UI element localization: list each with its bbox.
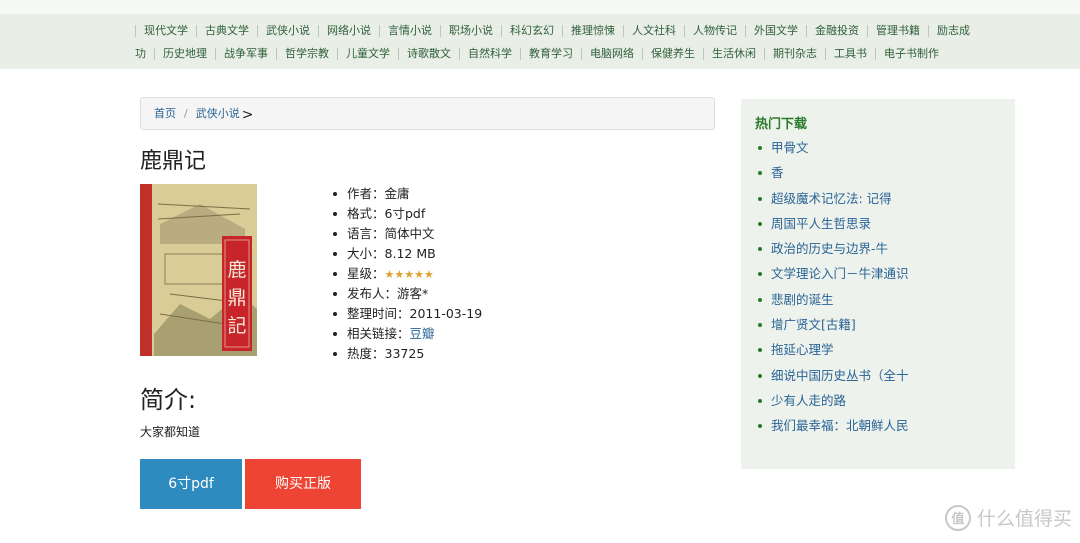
nav-item-wuxia[interactable]: 武侠小说 [257, 25, 318, 37]
hot-download-item[interactable]: 文学理论入门－牛津通识 [755, 264, 909, 289]
nav-item-self-help[interactable]: 励志成 [928, 25, 978, 37]
rating-stars: ★★★★★ [385, 268, 434, 281]
star-icon: ★ [394, 268, 405, 281]
nav-item-classical-literature[interactable]: 古典文学 [196, 25, 257, 37]
hot-download-item[interactable]: 香 [755, 163, 909, 188]
hot-download-item[interactable]: 政治的历史与边界-牛 [755, 239, 909, 264]
nav-item-workplace[interactable]: 职场小说 [440, 25, 501, 37]
nav-item-ebook-making[interactable]: 电子书制作 [875, 48, 947, 60]
info-popularity-value: 33725 [384, 346, 425, 361]
nav-item-thriller[interactable]: 推理惊悚 [562, 25, 623, 37]
info-size: 大小：8.12 MB [333, 245, 482, 265]
nav-item-romance[interactable]: 言情小说 [379, 25, 440, 37]
info-date-label: 整理时间： [347, 306, 410, 321]
info-format: 格式：6寸pdf [333, 205, 482, 225]
hot-download-item[interactable]: 细说中国历史丛书（全十 [755, 366, 909, 391]
breadcrumb-home-link[interactable]: 首页 [154, 107, 176, 120]
category-nav-row-2: 功历史地理 战争军事 哲学宗教 儿童文学 诗歌散文 自然科学 教育学习 电脑网络 保健养生 生活休… [135, 47, 947, 60]
nav-item-scifi-fantasy[interactable]: 科幻玄幻 [501, 25, 562, 37]
nav-item-lifestyle[interactable]: 生活休闲 [703, 48, 764, 60]
hot-download-item[interactable]: 甲骨文 [755, 138, 909, 163]
cover-title-char-1: 鹿 [227, 259, 246, 281]
nav-item-modern-literature[interactable]: 现代文学 [135, 25, 196, 37]
info-size-value: 8.12 MB [384, 246, 436, 261]
nav-item-humanities[interactable]: 人文社科 [623, 25, 684, 37]
info-popularity: 热度：33725 [333, 345, 482, 365]
info-format-label: 格式： [347, 206, 385, 221]
breadcrumb-separator: / [184, 107, 188, 120]
info-rating: 星级：★★★★★ [333, 265, 482, 285]
hot-download-item[interactable]: 超级魔术记忆法: 记得 [755, 189, 909, 214]
intro-text: 大家都知道 [140, 425, 201, 439]
nav-item-periodicals[interactable]: 期刊杂志 [764, 48, 825, 60]
book-cover-image: 鹿 鼎 記 [140, 184, 257, 356]
info-uploader-value: 游客* [397, 286, 429, 301]
info-language-value: 简体中文 [384, 226, 435, 241]
info-rating-label: 星级： [347, 266, 385, 281]
nav-item-poetry-prose[interactable]: 诗歌散文 [398, 48, 459, 60]
douban-link[interactable]: 豆瓣 [410, 326, 435, 341]
watermark-logo-icon: 值 [944, 504, 971, 531]
info-author-label: 作者： [347, 186, 385, 201]
hot-downloads-list: 甲骨文 香 超级魔术记忆法: 记得 周国平人生哲思录 政治的历史与边界-牛 文学… [755, 138, 909, 442]
nav-item-history-geography[interactable]: 历史地理 [154, 48, 215, 60]
info-author: 作者：金庸 [333, 185, 482, 205]
nav-item-biography[interactable]: 人物传记 [684, 25, 745, 37]
nav-item-natural-science[interactable]: 自然科学 [459, 48, 520, 60]
watermark: 值 什么值得买 [944, 504, 1072, 531]
category-nav-row-1: 现代文学 古典文学 武侠小说 网络小说 言情小说 职场小说 科幻玄幻 推理惊悚 人文社科 人物传记… [135, 24, 978, 37]
category-nav: 现代文学 古典文学 武侠小说 网络小说 言情小说 职场小说 科幻玄幻 推理惊悚 人文社科 人物传记… [0, 0, 1080, 69]
intro-heading: 简介: [140, 386, 197, 414]
nav-item-finance[interactable]: 金融投资 [806, 25, 867, 37]
hot-downloads-sidebar: 热门下载 甲骨文 香 超级魔术记忆法: 记得 周国平人生哲思录 政治的历史与边界… [741, 99, 1015, 469]
nav-item-computer-network[interactable]: 电脑网络 [581, 48, 642, 60]
hot-download-item[interactable]: 悲剧的诞生 [755, 290, 909, 315]
breadcrumb-category-link[interactable]: 武侠小说 [196, 107, 240, 120]
info-size-label: 大小： [347, 246, 385, 261]
cover-title-char-3: 記 [227, 315, 246, 337]
star-icon: ★ [414, 268, 425, 281]
nav-item-education[interactable]: 教育学习 [520, 48, 581, 60]
cover-title-char-2: 鼎 [227, 287, 246, 309]
download-pdf-button[interactable]: 6寸pdf [140, 459, 242, 509]
book-info-list: 作者：金庸 格式：6寸pdf 语言：简体中文 大小：8.12 MB 星级：★★★… [333, 185, 482, 365]
nav-item-web-novel[interactable]: 网络小说 [318, 25, 379, 37]
hot-download-item[interactable]: 我们最幸福：北朝鲜人民 [755, 416, 909, 441]
nav-item-foreign-literature[interactable]: 外国文学 [745, 25, 806, 37]
info-language-label: 语言： [347, 226, 385, 241]
star-icon: ★ [404, 268, 415, 281]
book-title: 鹿鼎记 [140, 149, 207, 174]
star-icon: ★ [384, 268, 395, 281]
info-date-value: 2011-03-19 [409, 306, 483, 321]
hot-download-item[interactable]: 增广贤文[古籍] [755, 315, 909, 340]
info-uploader-label: 发布人： [347, 286, 398, 301]
buy-original-button[interactable]: 购买正版 [245, 459, 361, 509]
star-icon: ★ [424, 268, 434, 281]
breadcrumb: 首页 / 武侠小说 > [140, 97, 715, 130]
nav-item-philosophy-religion[interactable]: 哲学宗教 [276, 48, 337, 60]
info-date: 整理时间：2011-03-19 [333, 305, 482, 325]
hot-download-item[interactable]: 周国平人生哲思录 [755, 214, 909, 239]
watermark-text: 什么值得买 [976, 508, 1072, 530]
info-language: 语言：简体中文 [333, 225, 482, 245]
nav-item-health[interactable]: 保健养生 [642, 48, 703, 60]
info-format-value: 6寸pdf [384, 206, 426, 221]
nav-item-self-help-cont[interactable]: 功 [135, 48, 154, 60]
breadcrumb-trail-arrow: > [241, 107, 254, 123]
hot-download-item[interactable]: 少有人走的路 [755, 391, 909, 416]
nav-item-management[interactable]: 管理书籍 [867, 25, 928, 37]
hot-downloads-title: 热门下载 [755, 117, 808, 132]
info-related-links-label: 相关链接： [347, 326, 410, 341]
info-popularity-label: 热度： [347, 346, 385, 361]
nav-item-children[interactable]: 儿童文学 [337, 48, 398, 60]
nav-item-reference[interactable]: 工具书 [825, 48, 875, 60]
info-author-value: 金庸 [384, 186, 410, 201]
nav-item-military[interactable]: 战争军事 [215, 48, 276, 60]
info-uploader: 发布人：游客* [333, 285, 482, 305]
hot-download-item[interactable]: 拖延心理学 [755, 340, 909, 365]
info-related-links: 相关链接：豆瓣 [333, 325, 482, 345]
